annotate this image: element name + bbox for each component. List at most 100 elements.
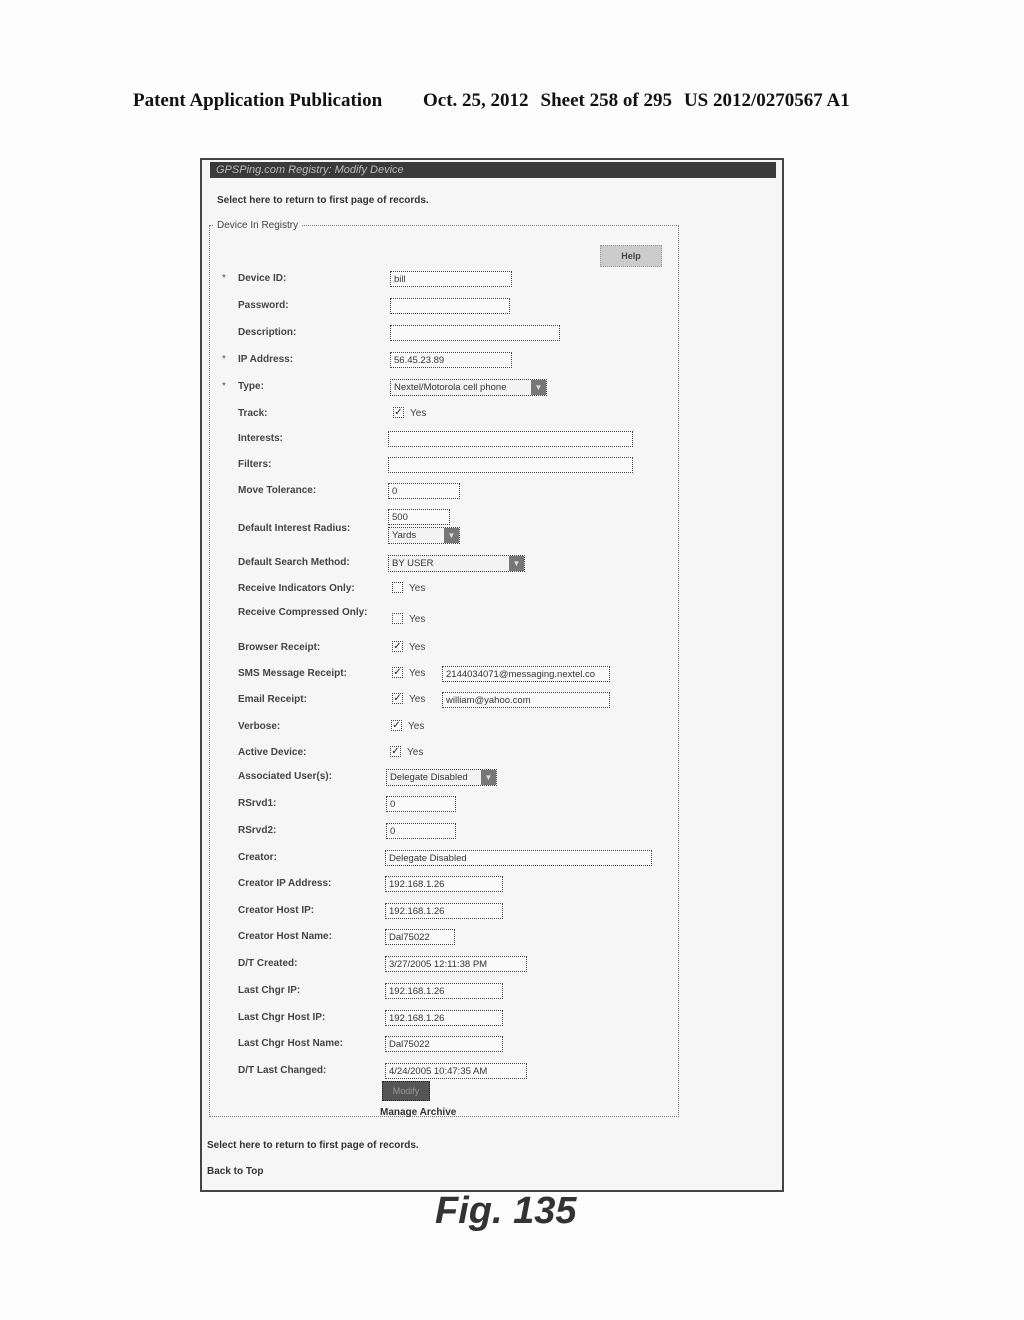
yes-label: Yes [407, 747, 424, 758]
type-select[interactable]: Nextel/Motorola cell phone ▼ [390, 379, 547, 396]
email-receipt-label: Email Receipt: [238, 694, 307, 705]
row-track: Track: ✓ Yes [210, 406, 678, 426]
row-verbose: Verbose: ✓ Yes [210, 719, 678, 739]
default-search-method-select[interactable]: BY USER ▼ [388, 555, 525, 572]
row-associated-users: Associated User(s): Delegate Disabled ▼ [210, 769, 678, 789]
password-label: Password: [238, 300, 289, 311]
track-label: Track: [238, 408, 268, 419]
receive-compressed-only-label: Receive Compressed Only: [238, 607, 368, 618]
creator-ip-label: Creator IP Address: [238, 878, 332, 889]
creator-ip-input[interactable]: 192.168.1.26 [385, 876, 503, 892]
move-tolerance-input[interactable]: 0 [388, 483, 460, 499]
dropdown-arrow-icon[interactable]: ▼ [481, 770, 496, 785]
required-marker: * [222, 381, 226, 392]
modify-device-window: GPSPing.com Registry: Modify Device Sele… [200, 158, 784, 1192]
row-default-search-method: Default Search Method: BY USER ▼ [210, 555, 678, 575]
description-input[interactable] [390, 325, 560, 341]
last-chgr-host-ip-label: Last Chgr Host IP: [238, 1012, 326, 1023]
dropdown-arrow-icon[interactable]: ▼ [531, 380, 546, 395]
sms-message-receipt-label: SMS Message Receipt: [238, 668, 347, 679]
row-creator-host-ip: Creator Host IP: 192.168.1.26 [210, 903, 678, 923]
associated-users-select[interactable]: Delegate Disabled ▼ [386, 769, 497, 786]
yes-label: Yes [410, 408, 427, 419]
row-password: Password: [210, 298, 678, 318]
dt-last-changed-input[interactable]: 4/24/2005 10:47:35 AM [385, 1063, 527, 1079]
email-receipt-checkbox[interactable]: ✓ [392, 693, 403, 704]
email-address-input[interactable]: william@yahoo.com [442, 692, 610, 708]
active-device-label: Active Device: [238, 747, 307, 758]
track-checkbox[interactable]: ✓ [393, 407, 404, 418]
dt-created-input[interactable]: 3/27/2005 12:11:38 PM [385, 956, 527, 972]
browser-receipt-checkbox[interactable]: ✓ [392, 641, 403, 652]
row-last-chgr-ip: Last Chgr IP: 192.168.1.26 [210, 983, 678, 1003]
creator-host-name-label: Creator Host Name: [238, 931, 332, 942]
row-dt-created: D/T Created: 3/27/2005 12:11:38 PM [210, 956, 678, 976]
row-active-device: Active Device: ✓ Yes [210, 745, 678, 765]
last-chgr-ip-label: Last Chgr IP: [238, 985, 301, 996]
interests-input[interactable] [388, 431, 633, 447]
publication-title: Patent Application Publication [133, 90, 383, 111]
creator-host-ip-input[interactable]: 192.168.1.26 [385, 903, 503, 919]
row-rsrvd2: RSrvd2: 0 [210, 823, 678, 843]
last-chgr-host-name-input[interactable]: Dal75022 [385, 1036, 503, 1052]
last-chgr-ip-input[interactable]: 192.168.1.26 [385, 983, 503, 999]
device-id-input[interactable]: bill [390, 271, 512, 287]
creator-input[interactable]: Delegate Disabled [385, 850, 652, 866]
back-to-top-link[interactable]: Back to Top [207, 1166, 263, 1177]
row-last-chgr-host-name: Last Chgr Host Name: Dal75022 [210, 1036, 678, 1056]
yes-label: Yes [409, 642, 426, 653]
required-marker: * [222, 354, 226, 365]
dropdown-arrow-icon[interactable]: ▼ [444, 528, 459, 543]
row-receive-indicators-only: Receive Indicators Only: Yes [210, 581, 678, 601]
last-chgr-host-ip-input[interactable]: 192.168.1.26 [385, 1010, 503, 1026]
row-creator: Creator: Delegate Disabled [210, 850, 678, 870]
creator-host-name-input[interactable]: Dal75022 [385, 929, 455, 945]
return-first-page-link-top[interactable]: Select here to return to first page of r… [217, 195, 429, 206]
dropdown-arrow-icon[interactable]: ▼ [509, 556, 524, 571]
row-default-interest-radius: Default Interest Radius: 500 Yards ▼ [210, 509, 678, 549]
sms-address-input[interactable]: 2144034071@messaging.nextel.co [442, 666, 610, 682]
active-device-checkbox[interactable]: ✓ [390, 746, 401, 757]
row-filters: Filters: [210, 457, 678, 477]
last-chgr-host-name-label: Last Chgr Host Name: [238, 1038, 344, 1049]
creator-host-ip-label: Creator Host IP: [238, 905, 315, 916]
ip-address-input[interactable]: 56.45.23.89 [390, 352, 512, 368]
row-creator-ip: Creator IP Address: 192.168.1.26 [210, 876, 678, 896]
verbose-checkbox[interactable]: ✓ [391, 720, 402, 731]
default-interest-radius-label: Default Interest Radius: [238, 523, 351, 534]
row-email-receipt: Email Receipt: ✓ Yes william@yahoo.com [210, 692, 678, 712]
type-label: Type: [238, 381, 264, 392]
row-rsrvd1: RSrvd1: 0 [210, 796, 678, 816]
yes-label: Yes [409, 583, 426, 594]
default-interest-radius-input[interactable]: 500 [388, 509, 450, 525]
row-last-chgr-host-ip: Last Chgr Host IP: 192.168.1.26 [210, 1010, 678, 1030]
creator-label: Creator: [238, 852, 277, 863]
rsrvd1-input[interactable]: 0 [386, 796, 456, 812]
yes-label: Yes [409, 668, 426, 679]
window-title: GPSPing.com Registry: Modify Device [210, 162, 776, 178]
receive-compressed-only-checkbox[interactable] [392, 613, 403, 624]
patent-number: US 2012/0270567 A1 [683, 90, 850, 111]
description-label: Description: [238, 327, 297, 338]
filters-input[interactable] [388, 457, 633, 473]
password-input[interactable] [390, 298, 510, 314]
sms-message-receipt-checkbox[interactable]: ✓ [392, 667, 403, 678]
move-tolerance-label: Move Tolerance: [238, 485, 317, 496]
rsrvd2-input[interactable]: 0 [386, 823, 456, 839]
radius-unit-select[interactable]: Yards ▼ [388, 527, 460, 544]
help-button[interactable]: Help [600, 245, 662, 267]
yes-label: Yes [409, 614, 426, 625]
rsrvd2-label: RSrvd2: [238, 825, 277, 836]
row-dt-last-changed: D/T Last Changed: 4/24/2005 10:47:35 AM [210, 1063, 678, 1083]
row-ip-address: * IP Address: 56.45.23.89 [210, 352, 678, 372]
sheet-number: Sheet 258 of 295 [540, 90, 672, 111]
associated-users-label: Associated User(s): [238, 771, 332, 782]
receive-indicators-only-checkbox[interactable] [392, 582, 403, 593]
row-receive-compressed-only: Receive Compressed Only: Yes [210, 605, 678, 635]
return-first-page-link-bottom[interactable]: Select here to return to first page of r… [207, 1140, 419, 1151]
browser-receipt-label: Browser Receipt: [238, 642, 321, 653]
manage-archive-link[interactable]: Manage Archive [380, 1107, 456, 1118]
figure-label: Fig. 135 [435, 1190, 577, 1232]
modify-button[interactable]: Modify [382, 1081, 430, 1101]
ip-address-label: IP Address: [238, 354, 294, 365]
